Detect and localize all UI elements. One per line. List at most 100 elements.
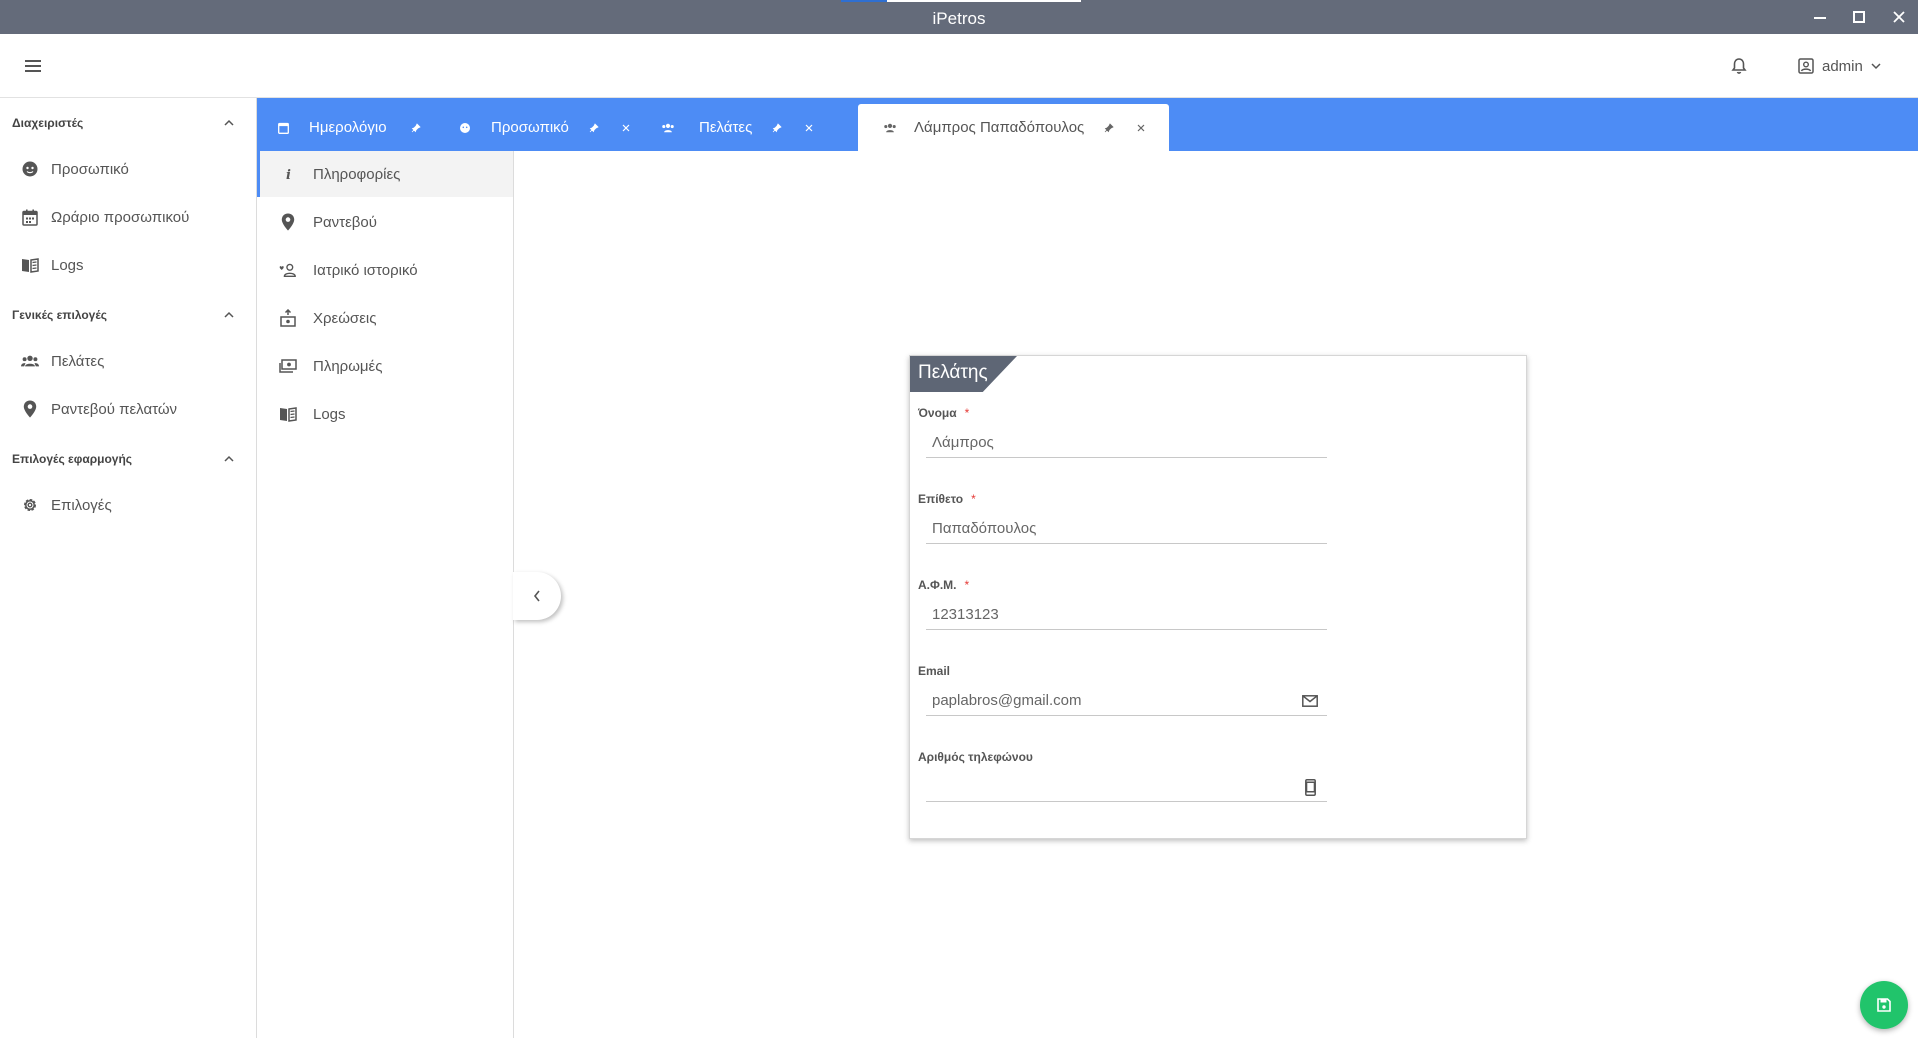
subnav-item-label: Χρεώσεις <box>313 309 377 327</box>
customer-subnav: i Πληροφορίες Ραντεβού Ιατρικό ιστορικό … <box>257 151 514 1038</box>
staff-face-icon <box>21 160 39 178</box>
close-tab-button[interactable] <box>619 121 633 135</box>
charges-icon <box>279 309 297 327</box>
subnav-item-medical-history[interactable]: Ιατρικό ιστορικό <box>257 247 513 293</box>
first-name-label-text: Όνομα <box>918 406 957 420</box>
subnav-item-label: Πληροφορίες <box>313 165 401 183</box>
save-icon <box>1877 998 1891 1012</box>
last-name-field[interactable]: Παπαδόπουλος <box>926 514 1327 544</box>
sidebar-section-app-options[interactable]: Επιλογές εφαρμογής <box>0 444 256 474</box>
window-title-bar: iPetros <box>0 0 1918 34</box>
phone-field[interactable] <box>926 772 1327 802</box>
tab-bar: Ημερολόγιο Προσωπικό Πελάτες Λάμπρος Παπ… <box>257 98 1918 151</box>
people-icon <box>882 120 898 136</box>
sidebar-item-label: Logs <box>51 256 84 274</box>
sidebar-item-staff-schedule[interactable]: Ωράριο προσωπικού <box>0 199 256 235</box>
pin-tab-button[interactable] <box>409 121 423 135</box>
sidebar-section-title: Γενικές επιλογές <box>12 308 107 322</box>
tab-label: Ημερολόγιο <box>309 119 387 136</box>
subnav-item-info[interactable]: i Πληροφορίες <box>257 151 513 197</box>
sidebar-item-options[interactable]: Επιλογές <box>0 487 256 523</box>
last-name-label-text: Επίθετο <box>918 492 964 506</box>
menu-toggle-button[interactable] <box>20 56 46 76</box>
pin-tab-button[interactable] <box>770 121 784 135</box>
sidebar-section-title: Επιλογές εφαρμογής <box>12 452 133 466</box>
hamburger-icon <box>25 60 41 72</box>
pin-tab-button[interactable] <box>1102 121 1116 135</box>
save-button[interactable] <box>1860 981 1908 1029</box>
chevron-up-icon <box>224 455 234 463</box>
tab-calendar[interactable]: Ημερολόγιο <box>275 104 435 151</box>
book-icon <box>21 256 39 274</box>
pin-tab-button[interactable] <box>587 121 601 135</box>
tab-customer-lampros-papadopoulos[interactable]: Λάμπρος Παπαδόπουλος <box>858 104 1169 151</box>
customer-form-card: Πελάτης Όνομα * Λάμπρος Επίθετο * Παπαδόπο… <box>909 355 1527 839</box>
sidebar-item-customers[interactable]: Πελάτες <box>0 343 256 379</box>
people-icon <box>21 352 39 370</box>
app-header: admin <box>0 34 1918 98</box>
collapse-panel-button[interactable] <box>513 572 561 620</box>
last-name-value: Παπαδόπουλος <box>932 520 1037 537</box>
envelope-icon <box>1301 692 1319 710</box>
first-name-field[interactable]: Λάμπρος <box>926 428 1327 458</box>
sidebar-item-customer-appointments[interactable]: Ραντεβού πελατών <box>0 391 256 427</box>
sidebar-item-label: Πελάτες <box>51 352 105 370</box>
required-marker: * <box>971 492 976 506</box>
subnav-item-appointments[interactable]: Ραντεβού <box>257 199 513 245</box>
close-tab-button[interactable] <box>1134 121 1148 135</box>
sidebar-item-label: Ωράριο προσωπικού <box>51 208 190 226</box>
subnav-item-label: Logs <box>313 405 346 423</box>
tab-staff[interactable]: Προσωπικό <box>457 104 657 151</box>
afm-label: Α.Φ.Μ. * <box>918 578 969 592</box>
subnav-item-label: Ραντεβού <box>313 213 377 231</box>
bell-icon <box>1731 57 1747 75</box>
tab-label: Λάμπρος Παπαδόπουλος <box>914 119 1085 136</box>
email-field[interactable]: paplabros@gmail.com <box>926 686 1327 716</box>
close-window-button[interactable] <box>1884 6 1914 28</box>
info-icon: i <box>279 165 297 183</box>
window-title: iPetros <box>932 9 986 28</box>
afm-value: 12313123 <box>932 606 999 623</box>
location-pin-icon <box>21 400 39 418</box>
title-bar-indicator-accent <box>841 0 887 2</box>
phone-label: Αριθμός τηλεφώνου <box>918 750 1033 764</box>
staff-face-icon <box>457 120 473 136</box>
close-tab-button[interactable] <box>802 121 816 135</box>
afm-label-text: Α.Φ.Μ. <box>918 578 957 592</box>
sidebar-item-staff[interactable]: Προσωπικό <box>0 151 256 187</box>
email-label-text: Email <box>918 664 951 678</box>
notifications-button[interactable] <box>1727 54 1751 78</box>
tab-customers[interactable]: Πελάτες <box>657 104 857 151</box>
first-name-value: Λάμπρος <box>932 434 994 451</box>
email-label: Email <box>918 664 950 678</box>
book-icon <box>279 405 297 423</box>
mobile-phone-icon <box>1301 778 1319 796</box>
gear-icon <box>21 496 39 514</box>
chevron-up-icon <box>224 311 234 319</box>
main-sidebar: Διαχειριστές Προσωπικό Ωράριο προσωπικού… <box>0 98 257 1038</box>
chevron-down-icon <box>1871 62 1881 70</box>
subnav-item-label: Ιατρικό ιστορικό <box>313 261 418 279</box>
sidebar-item-logs[interactable]: Logs <box>0 247 256 283</box>
minimize-button[interactable] <box>1805 6 1835 28</box>
required-marker: * <box>964 406 970 420</box>
sidebar-item-label: Επιλογές <box>51 496 112 514</box>
minimize-icon <box>1814 11 1826 23</box>
calendar-icon <box>275 120 291 136</box>
sidebar-section-general[interactable]: Γενικές επιλογές <box>0 300 256 330</box>
user-menu[interactable]: admin <box>1798 54 1881 78</box>
subnav-item-payments[interactable]: Πληρωμές <box>257 343 513 389</box>
maximize-button[interactable] <box>1844 6 1874 28</box>
afm-field[interactable]: 12313123 <box>926 600 1327 630</box>
calendar-icon <box>21 208 39 226</box>
sidebar-section-admins[interactable]: Διαχειριστές <box>0 108 256 138</box>
subnav-item-charges[interactable]: Χρεώσεις <box>257 295 513 341</box>
sidebar-item-label: Ραντεβού πελατών <box>51 400 178 418</box>
user-account-icon <box>1798 58 1814 74</box>
location-pin-icon <box>279 213 297 231</box>
svg-text:i: i <box>286 168 291 181</box>
maximize-icon <box>1853 11 1865 23</box>
close-icon <box>1893 11 1905 23</box>
last-name-label: Επίθετο * <box>918 492 976 506</box>
subnav-item-logs[interactable]: Logs <box>257 391 513 437</box>
